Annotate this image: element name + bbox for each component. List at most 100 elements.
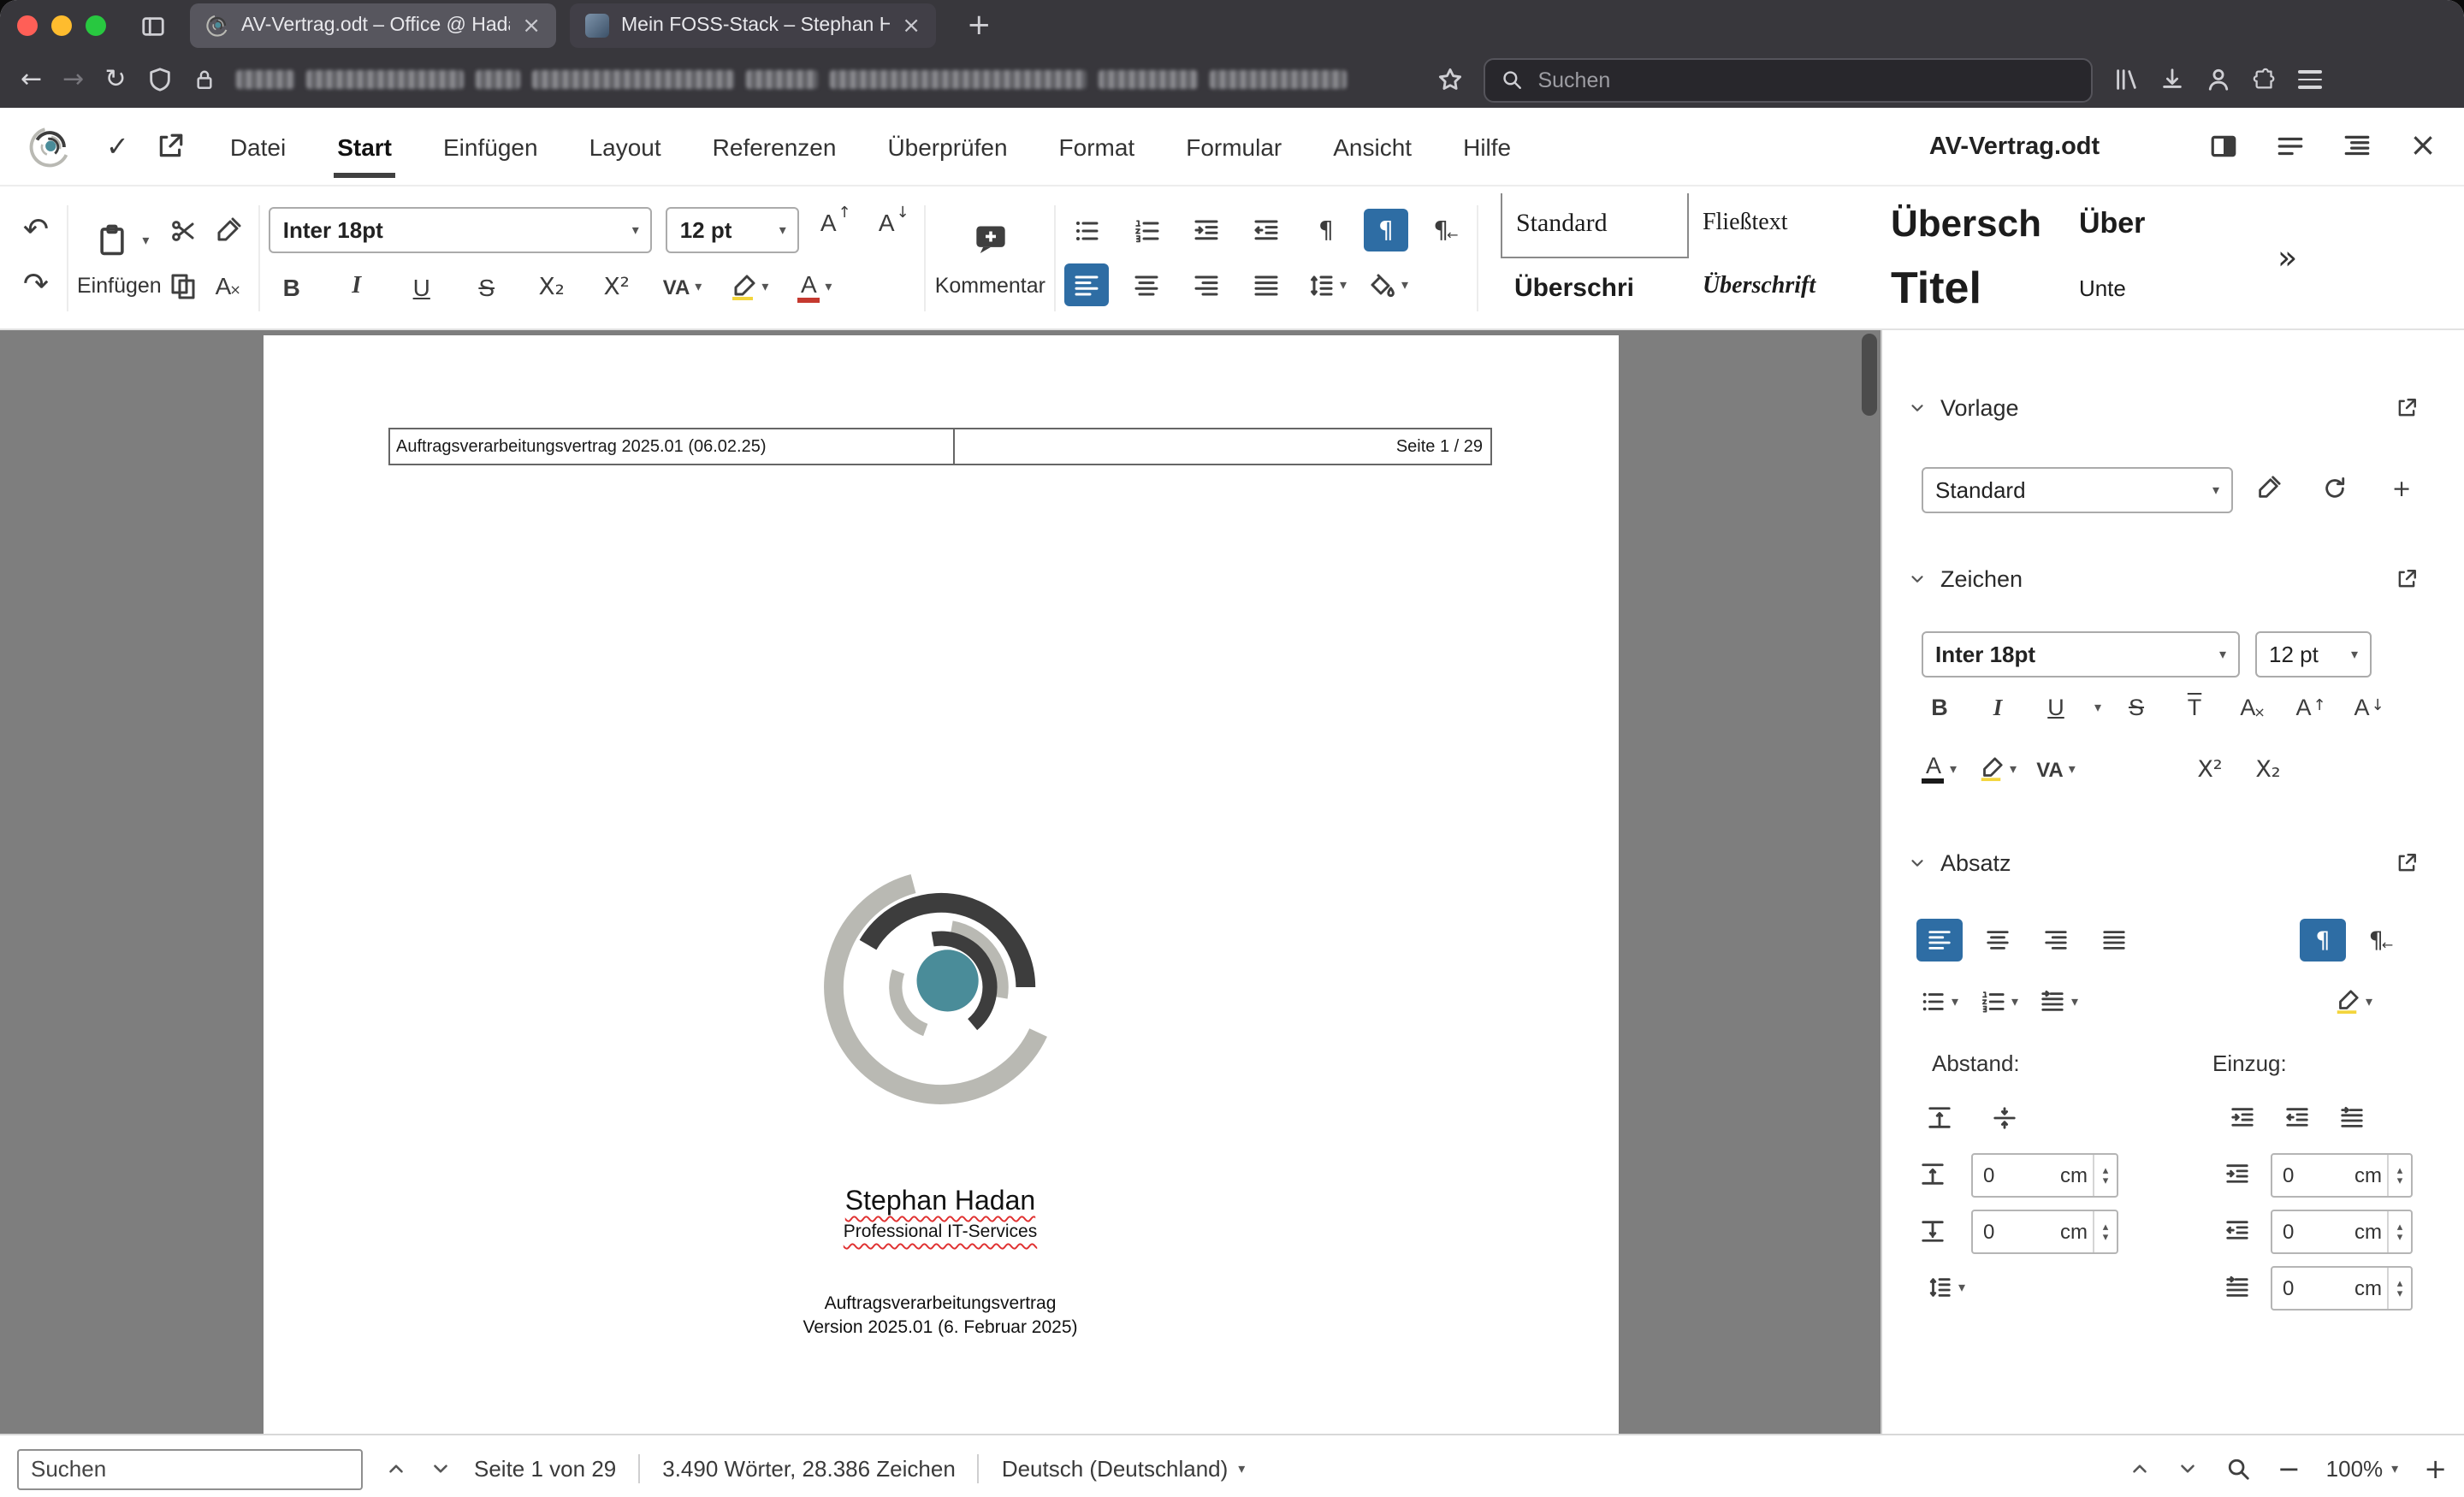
menu-einfuegen[interactable]: Einfügen [443, 112, 538, 180]
line-spacing-button[interactable]: ▾ [1304, 263, 1350, 306]
sidebar-underline-button[interactable]: U [2033, 686, 2079, 729]
underline-button[interactable]: U [400, 265, 444, 308]
decrease-paragraph-spacing-button[interactable] [1981, 1097, 2028, 1139]
window-zoom-button[interactable] [86, 15, 106, 36]
style-fliesstext[interactable]: Fließtext [1689, 192, 1877, 256]
shrink-font-button[interactable]: A ↓ [872, 205, 916, 251]
align-justify-button[interactable] [1244, 263, 1288, 306]
style-ueberschrift3[interactable]: Überschri [1501, 256, 1689, 319]
zoom-out-button[interactable]: − [2277, 1453, 2301, 1485]
document-search-input[interactable] [17, 1448, 363, 1489]
menu-start[interactable]: Start [334, 112, 395, 180]
saved-check-icon[interactable]: ✓ [106, 130, 129, 163]
app-menu-icon[interactable] [2297, 70, 2322, 89]
paragraph-style-combo[interactable]: Standard ▾ [1922, 467, 2233, 513]
zoom-level-selector[interactable]: 100% ▾ [2326, 1456, 2399, 1482]
page-indicator[interactable]: Seite 1 von 29 [474, 1456, 616, 1482]
space-above-spinbox[interactable]: 0 cm ▴ ▾ [1971, 1153, 2118, 1198]
strikethrough-button[interactable]: S [465, 265, 509, 308]
sidebar-bold-button[interactable]: B [1916, 686, 1963, 729]
sidebar-shrink-font-button[interactable]: A ↓ [2346, 686, 2392, 729]
subscript-button[interactable]: X₂ [530, 265, 574, 308]
spin-stepper[interactable]: ▴ ▾ [2387, 1211, 2411, 1252]
reload-icon[interactable]: ↻ [104, 66, 126, 92]
lock-icon[interactable] [192, 67, 215, 92]
sidebar-italic-button[interactable]: I [1975, 686, 2021, 729]
underline-dropdown-icon[interactable]: ▾ [2094, 700, 2101, 715]
browser-search-input[interactable] [1534, 66, 2076, 93]
ruler-toggle-icon[interactable] [2343, 132, 2372, 161]
section-vorlage-header[interactable]: Vorlage [1908, 395, 2019, 421]
text-direction-button[interactable]: ¶ ← [1424, 209, 1468, 251]
close-document-icon[interactable]: × [2409, 129, 2437, 163]
tracking-shield-icon[interactable] [146, 67, 172, 92]
redo-button[interactable]: ↷ [14, 263, 58, 306]
sidebar-bullet-list-button[interactable]: ▾ [1916, 980, 1963, 1023]
style-ueberschrift4[interactable]: Überschrift [1689, 256, 1877, 319]
spin-stepper[interactable]: ▴ ▾ [2387, 1268, 2411, 1309]
copy-button[interactable] [162, 263, 206, 306]
zeichen-dialog-icon[interactable] [2396, 566, 2418, 592]
url-redacted[interactable] [235, 68, 1416, 92]
style-standard[interactable]: Standard [1500, 192, 1689, 257]
overline-button[interactable]: T [2171, 686, 2218, 729]
library-icon[interactable] [2112, 67, 2138, 92]
sidebar-character-spacing-button[interactable]: VA ▾ [2033, 748, 2079, 790]
sidebar-strikethrough-button[interactable]: S [2113, 686, 2159, 729]
document-scrollbar[interactable] [1862, 330, 1879, 1434]
browser-search[interactable] [1483, 57, 2093, 102]
sidebar-align-right-button[interactable] [2033, 919, 2079, 962]
reload-style-button[interactable] [2312, 467, 2358, 510]
menu-format[interactable]: Format [1059, 112, 1135, 180]
align-right-button[interactable] [1184, 263, 1229, 306]
increase-paragraph-spacing-button[interactable] [1916, 1097, 1963, 1139]
indent-after-spinbox[interactable]: 0 cm ▴ ▾ [2271, 1210, 2413, 1254]
sidebar-clear-formatting-button[interactable]: A × [2230, 686, 2276, 729]
bullet-list-button[interactable] [1064, 209, 1109, 251]
sidebar-font-size-combo[interactable]: 12 pt ▾ [2255, 631, 2372, 677]
language-selector[interactable]: Deutsch (Deutschland) ▾ [1002, 1456, 1246, 1482]
update-style-button[interactable] [2245, 467, 2291, 510]
sidebar-increase-indent-button[interactable] [2219, 1097, 2266, 1139]
menu-ueberpruefen[interactable]: Überprüfen [887, 112, 1007, 180]
highlight-color-button[interactable]: ▾ [726, 265, 772, 308]
outline-list-button[interactable]: ▾ [2036, 980, 2082, 1023]
new-tab-button[interactable]: + [957, 9, 1002, 42]
zoom-in-button[interactable]: + [2424, 1453, 2447, 1485]
increase-indent-button[interactable] [1184, 209, 1229, 251]
paste-dropdown-icon[interactable]: ▾ [142, 232, 149, 247]
zoom-magnifier-icon[interactable] [2224, 1456, 2252, 1482]
vorlage-dialog-icon[interactable] [2396, 395, 2418, 421]
align-left-button[interactable] [1063, 263, 1109, 306]
tab-close-icon[interactable]: × [522, 13, 541, 38]
account-icon[interactable] [2205, 67, 2230, 92]
sidebar-numbered-list-button[interactable]: ▾ [1976, 980, 2023, 1023]
style-ueberschrift2[interactable]: Über [2065, 192, 2254, 256]
open-in-new-icon[interactable] [157, 132, 186, 161]
document-page[interactable]: Auftragsverarbeitungsvertrag 2025.01 (06… [263, 335, 1618, 1434]
sidebar-subscript-button[interactable]: X₂ [2245, 748, 2291, 790]
character-spacing-button[interactable]: VA ▾ [660, 265, 706, 308]
sidebar-superscript-button[interactable]: X² [2187, 748, 2233, 790]
first-line-indent-spinbox[interactable]: 0 cm ▴ ▾ [2271, 1266, 2413, 1311]
notebookbar-menu-icon[interactable] [2276, 132, 2305, 161]
italic-button[interactable]: I [335, 265, 379, 308]
scrollbar-thumb[interactable] [1862, 334, 1877, 416]
formatting-marks-toggle[interactable]: ¶ [1363, 209, 1408, 251]
new-style-button[interactable]: + [2378, 467, 2425, 510]
document-canvas[interactable]: Auftragsverarbeitungsvertrag 2025.01 (06… [0, 330, 1881, 1434]
font-name-combo[interactable]: Inter 18pt ▾ [269, 207, 653, 253]
forward-icon[interactable]: → [62, 66, 84, 92]
spin-stepper[interactable]: ▴ ▾ [2093, 1211, 2117, 1252]
sidebar-toggle-icon[interactable] [2209, 132, 2238, 161]
sidebar-grow-font-button[interactable]: A ↑ [2288, 686, 2334, 729]
clear-formatting-button[interactable]: A × [206, 263, 251, 306]
tab-close-icon[interactable]: × [902, 13, 921, 38]
paste-button[interactable] [89, 218, 133, 261]
menu-formular[interactable]: Formular [1186, 112, 1282, 180]
search-previous-button[interactable] [385, 1458, 407, 1480]
menu-hilfe[interactable]: Hilfe [1463, 112, 1511, 180]
menu-datei[interactable]: Datei [230, 112, 286, 180]
spin-stepper[interactable]: ▴ ▾ [2387, 1155, 2411, 1196]
menu-referenzen[interactable]: Referenzen [713, 112, 837, 180]
